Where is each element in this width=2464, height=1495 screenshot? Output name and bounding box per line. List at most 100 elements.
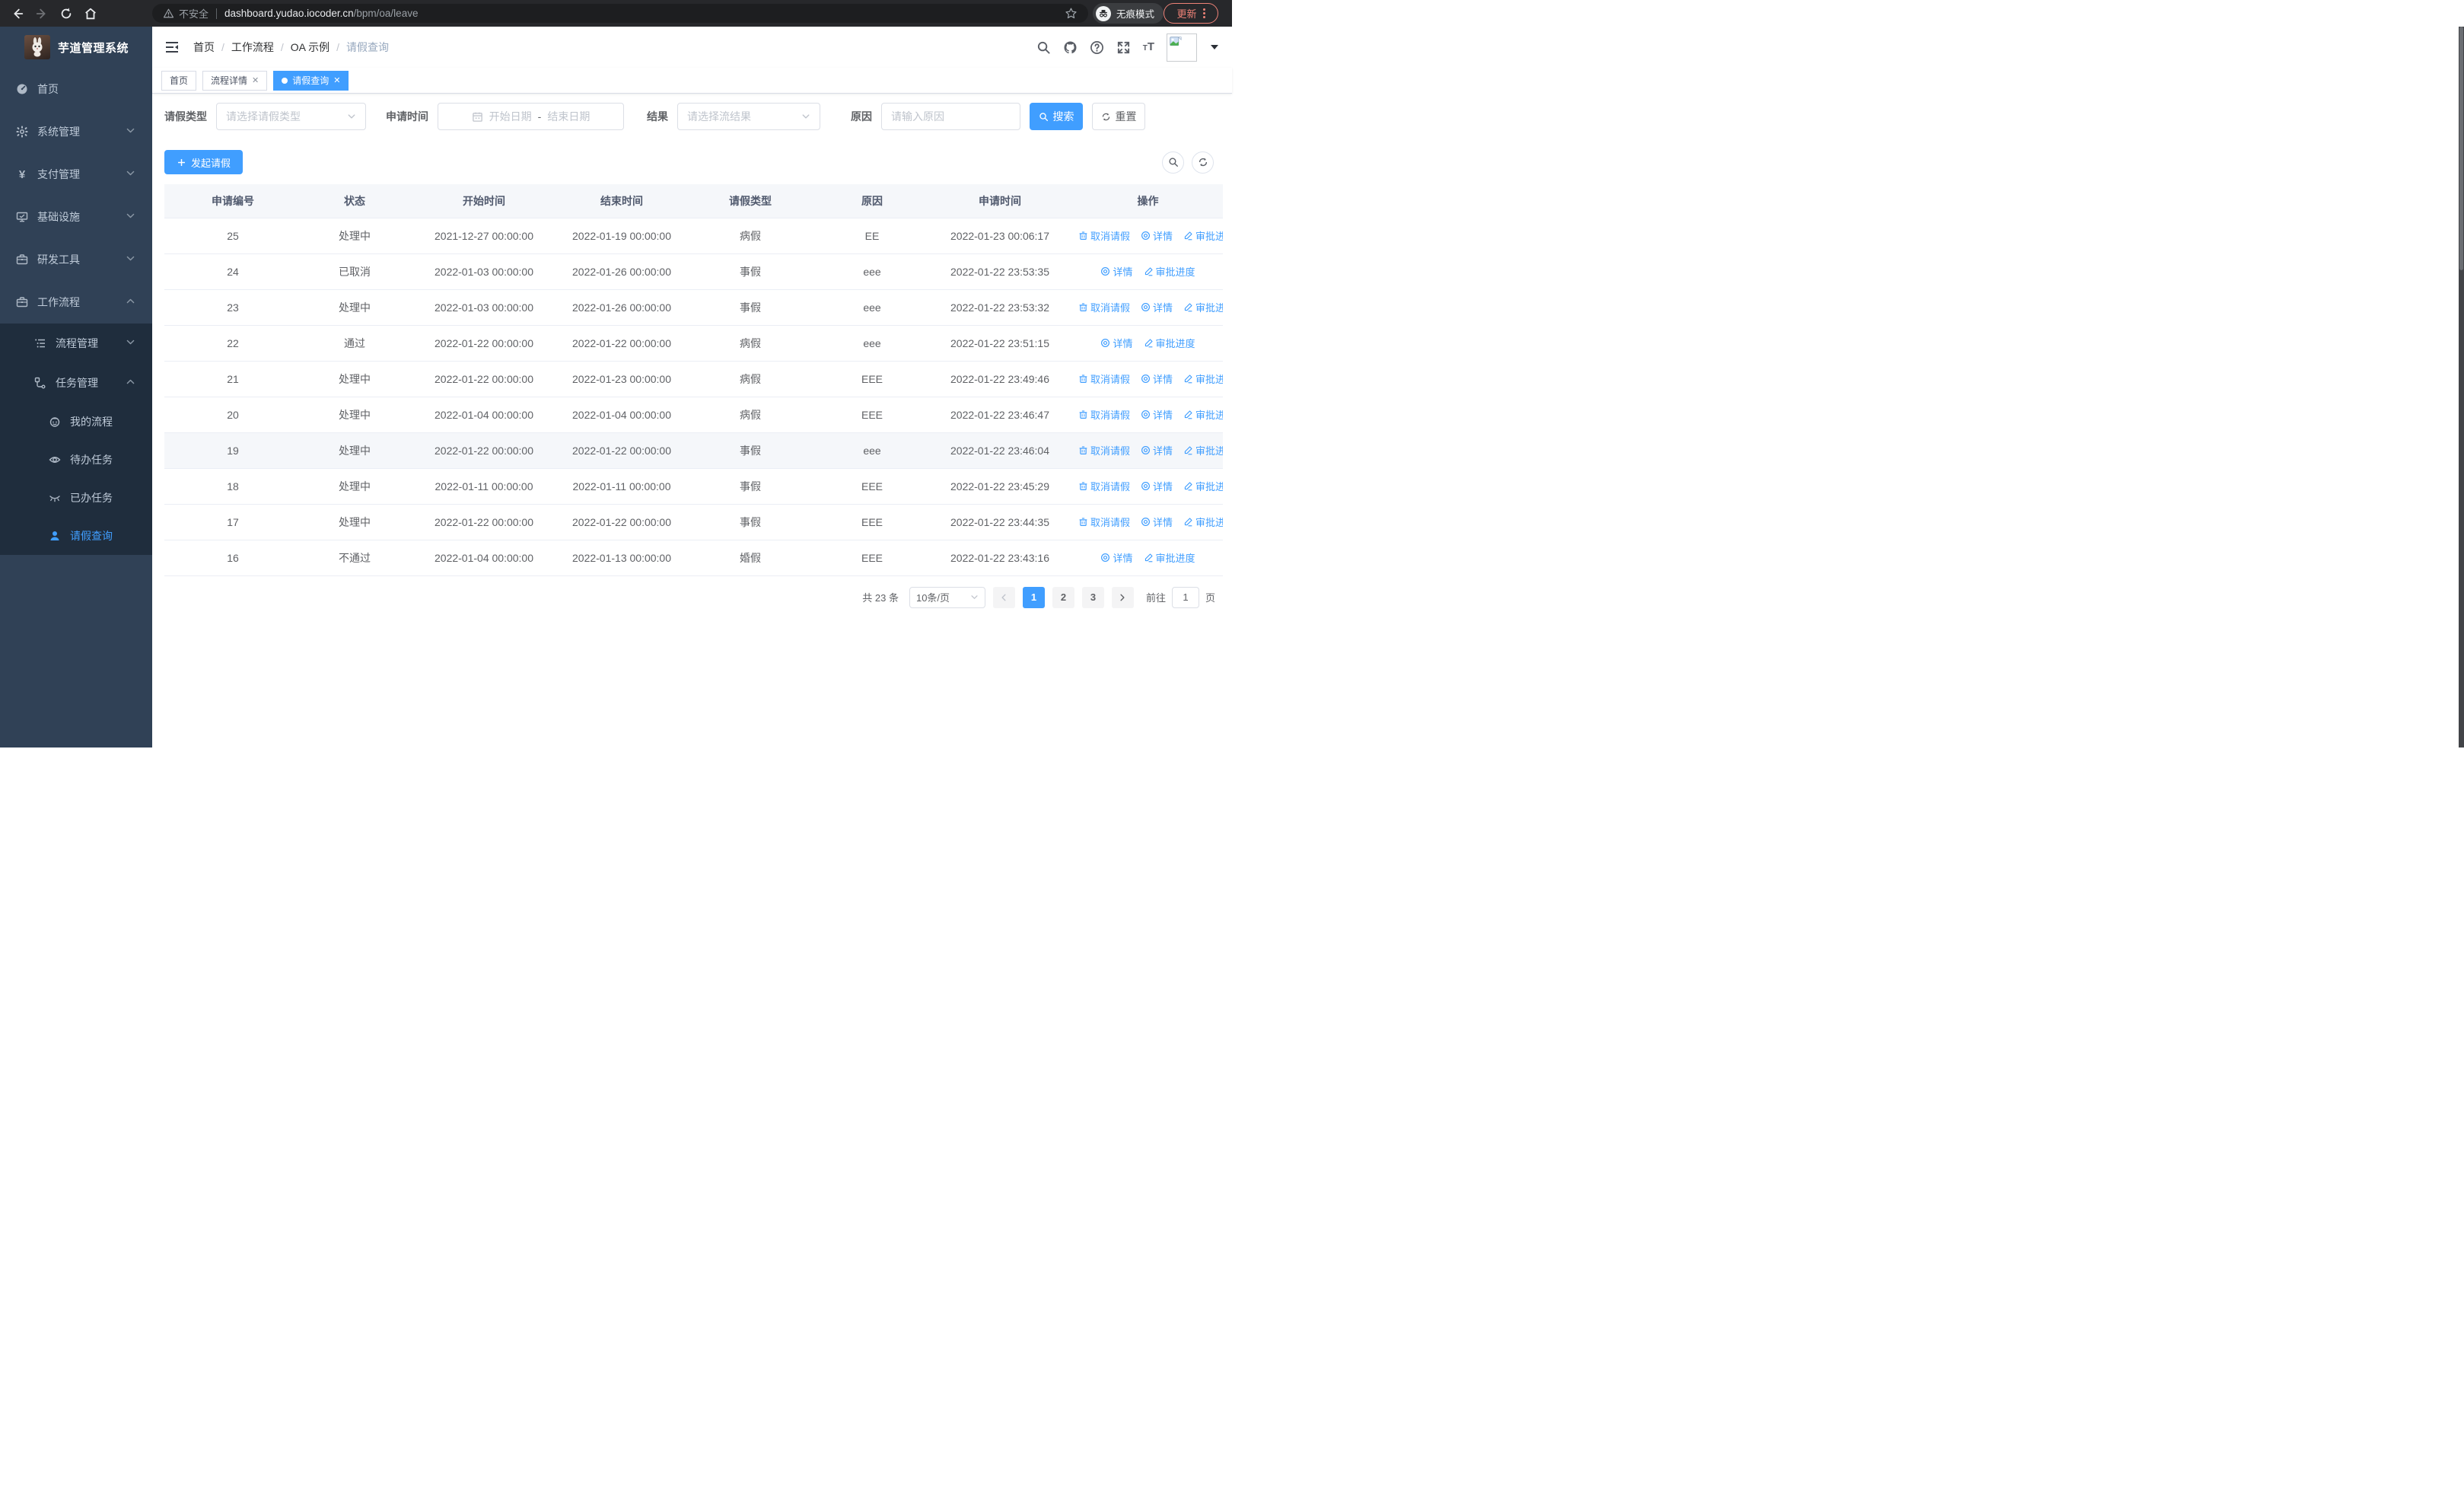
reload-icon[interactable]	[59, 7, 73, 21]
sidebar-item-研发工具[interactable]: 研发工具	[0, 238, 152, 281]
sidebar-item-工作流程[interactable]: 工作流程	[0, 281, 152, 324]
close-icon[interactable]: ✕	[333, 75, 340, 85]
progress-link[interactable]: 审批进度	[1183, 515, 1223, 529]
gear-icon	[16, 126, 28, 138]
breadcrumb-item-home[interactable]: 首页	[193, 40, 215, 55]
detail-link[interactable]: 详情	[1141, 228, 1173, 243]
sidebar-item-label: 支付管理	[37, 168, 80, 180]
detail-link[interactable]: 详情	[1100, 550, 1133, 565]
search-icon[interactable]	[1036, 40, 1051, 55]
detail-link[interactable]: 详情	[1141, 300, 1173, 314]
create-leave-button[interactable]: 发起请假	[164, 150, 244, 174]
detail-link[interactable]: 详情	[1141, 515, 1173, 529]
search-button[interactable]: 搜索	[1030, 103, 1083, 130]
sidebar-item-基础设施[interactable]: 基础设施	[0, 196, 152, 238]
url-path: /bpm/oa/leave	[353, 8, 419, 19]
security-label: 不安全	[179, 8, 209, 20]
back-icon[interactable]	[11, 7, 24, 21]
close-icon[interactable]: ✕	[252, 75, 259, 85]
sidebar-item-系统管理[interactable]: 系统管理	[0, 110, 152, 153]
update-button[interactable]: 更新	[1164, 3, 1218, 24]
apply-time-range-picker[interactable]: 开始日期 - 结束日期	[438, 103, 624, 130]
detail-link-icon	[1141, 374, 1151, 384]
sidebar-header[interactable]: 芋道管理系统	[0, 27, 152, 68]
breadcrumb-item-oa[interactable]: OA 示例	[291, 40, 329, 55]
leave-table: 申请编号 状态 开始时间 结束时间 请假类型 原因 申请时间 操作 25 处理中 2…	[164, 184, 1223, 576]
font-size-icon[interactable]: TT	[1143, 40, 1154, 56]
progress-link[interactable]: 审批进度	[1144, 264, 1195, 279]
prev-page-button[interactable]	[992, 586, 1015, 608]
github-icon[interactable]	[1063, 40, 1078, 55]
cancel-leave-link[interactable]: 取消请假	[1078, 300, 1130, 314]
rabbit-logo-image	[32, 37, 43, 57]
tab-home[interactable]: 首页	[161, 70, 197, 91]
leave-type-select[interactable]: 请选择请假类型	[216, 103, 366, 130]
detail-link[interactable]: 详情	[1141, 407, 1173, 422]
detail-link[interactable]: 详情	[1141, 479, 1173, 493]
date-separator: -	[537, 110, 542, 123]
sidebar-item-支付管理[interactable]: ¥ 支付管理	[0, 153, 152, 196]
tab-leave-query[interactable]: 请假查询 ✕	[273, 70, 349, 91]
sidebar-item-请假查询[interactable]: 请假查询	[0, 517, 152, 555]
detail-link[interactable]: 详情	[1100, 336, 1133, 350]
cell-applied: 2022-01-22 23:51:15	[927, 325, 1073, 362]
cancel-leave-link[interactable]: 取消请假	[1078, 515, 1130, 529]
menu-dots-icon[interactable]	[1202, 8, 1205, 18]
sidebar-item-流程管理[interactable]: 流程管理	[0, 324, 152, 363]
create-leave-label: 发起请假	[191, 157, 231, 169]
avatar[interactable]	[1167, 33, 1197, 62]
cell-actions: 详情 审批进度	[1073, 253, 1223, 290]
reset-button[interactable]: 重置	[1092, 103, 1145, 130]
fullscreen-icon[interactable]	[1116, 40, 1131, 55]
result-select[interactable]: 请选择流结果	[677, 103, 820, 130]
sidebar-item-首页[interactable]: 首页	[0, 68, 152, 110]
scrollbar-thumb[interactable]	[2459, 27, 2463, 270]
cancel-leave-link[interactable]: 取消请假	[1078, 407, 1130, 422]
forward-icon[interactable]	[35, 7, 49, 21]
progress-link[interactable]: 审批进度	[1183, 407, 1223, 422]
home-icon[interactable]	[84, 7, 97, 21]
toggle-search-button[interactable]	[1162, 151, 1184, 174]
sidebar-item-任务管理[interactable]: 任务管理	[0, 363, 152, 403]
progress-link[interactable]: 审批进度	[1183, 228, 1223, 243]
page-size-value: 10条/页	[915, 592, 950, 604]
page-button-1[interactable]: 1	[1022, 586, 1045, 608]
chevron-down-icon	[126, 337, 135, 349]
col-header-id: 申请编号	[164, 184, 301, 218]
progress-link[interactable]: 审批进度	[1183, 443, 1223, 457]
cancel-leave-link[interactable]: 取消请假	[1078, 228, 1130, 243]
bookmark-star-icon[interactable]	[1065, 7, 1078, 22]
cancel-leave-link[interactable]: 取消请假	[1078, 479, 1130, 493]
refresh-table-button[interactable]	[1192, 151, 1214, 174]
progress-link[interactable]: 审批进度	[1183, 300, 1223, 314]
tab-process-detail[interactable]: 流程详情 ✕	[202, 70, 268, 91]
page-size-select[interactable]: 10条/页	[909, 586, 985, 608]
goto-page-input[interactable]: 1	[1171, 586, 1199, 608]
scrollbar[interactable]	[2459, 27, 2464, 748]
next-page-button[interactable]	[1111, 586, 1134, 608]
detail-link[interactable]: 详情	[1100, 264, 1133, 279]
detail-link[interactable]: 详情	[1141, 371, 1173, 386]
progress-link[interactable]: 审批进度	[1144, 550, 1195, 565]
detail-link[interactable]: 详情	[1141, 443, 1173, 457]
address-bar[interactable]: 不安全 dashboard.yudao.iocoder.cn/bpm/oa/le…	[152, 4, 1088, 23]
workflow-submenu: 流程管理 任务管理 我的流程 待办任务 已办任务 请假查询	[0, 324, 152, 555]
page-button-2[interactable]: 2	[1052, 586, 1074, 608]
security-warning[interactable]: 不安全	[163, 6, 209, 21]
page-button-3[interactable]: 3	[1081, 586, 1104, 608]
sidebar-fold-icon[interactable]	[164, 40, 180, 55]
cancel-leave-link[interactable]: 取消请假	[1078, 371, 1130, 386]
sidebar-item-已办任务[interactable]: 已办任务	[0, 479, 152, 517]
progress-link[interactable]: 审批进度	[1183, 371, 1223, 386]
breadcrumb-item-workflow[interactable]: 工作流程	[231, 40, 274, 55]
progress-link[interactable]: 审批进度	[1183, 479, 1223, 493]
sidebar-item-待办任务[interactable]: 待办任务	[0, 441, 152, 479]
reason-input[interactable]: 请输入原因	[881, 103, 1020, 130]
cancel-leave-link[interactable]: 取消请假	[1078, 443, 1130, 457]
progress-link[interactable]: 审批进度	[1144, 336, 1195, 350]
help-icon[interactable]	[1090, 40, 1104, 55]
dropdown-caret-icon[interactable]	[1211, 45, 1218, 49]
cell-actions: 取消请假详情审批进度	[1073, 397, 1223, 433]
sidebar-item-我的流程[interactable]: 我的流程	[0, 403, 152, 441]
progress-link-icon	[1183, 374, 1193, 384]
